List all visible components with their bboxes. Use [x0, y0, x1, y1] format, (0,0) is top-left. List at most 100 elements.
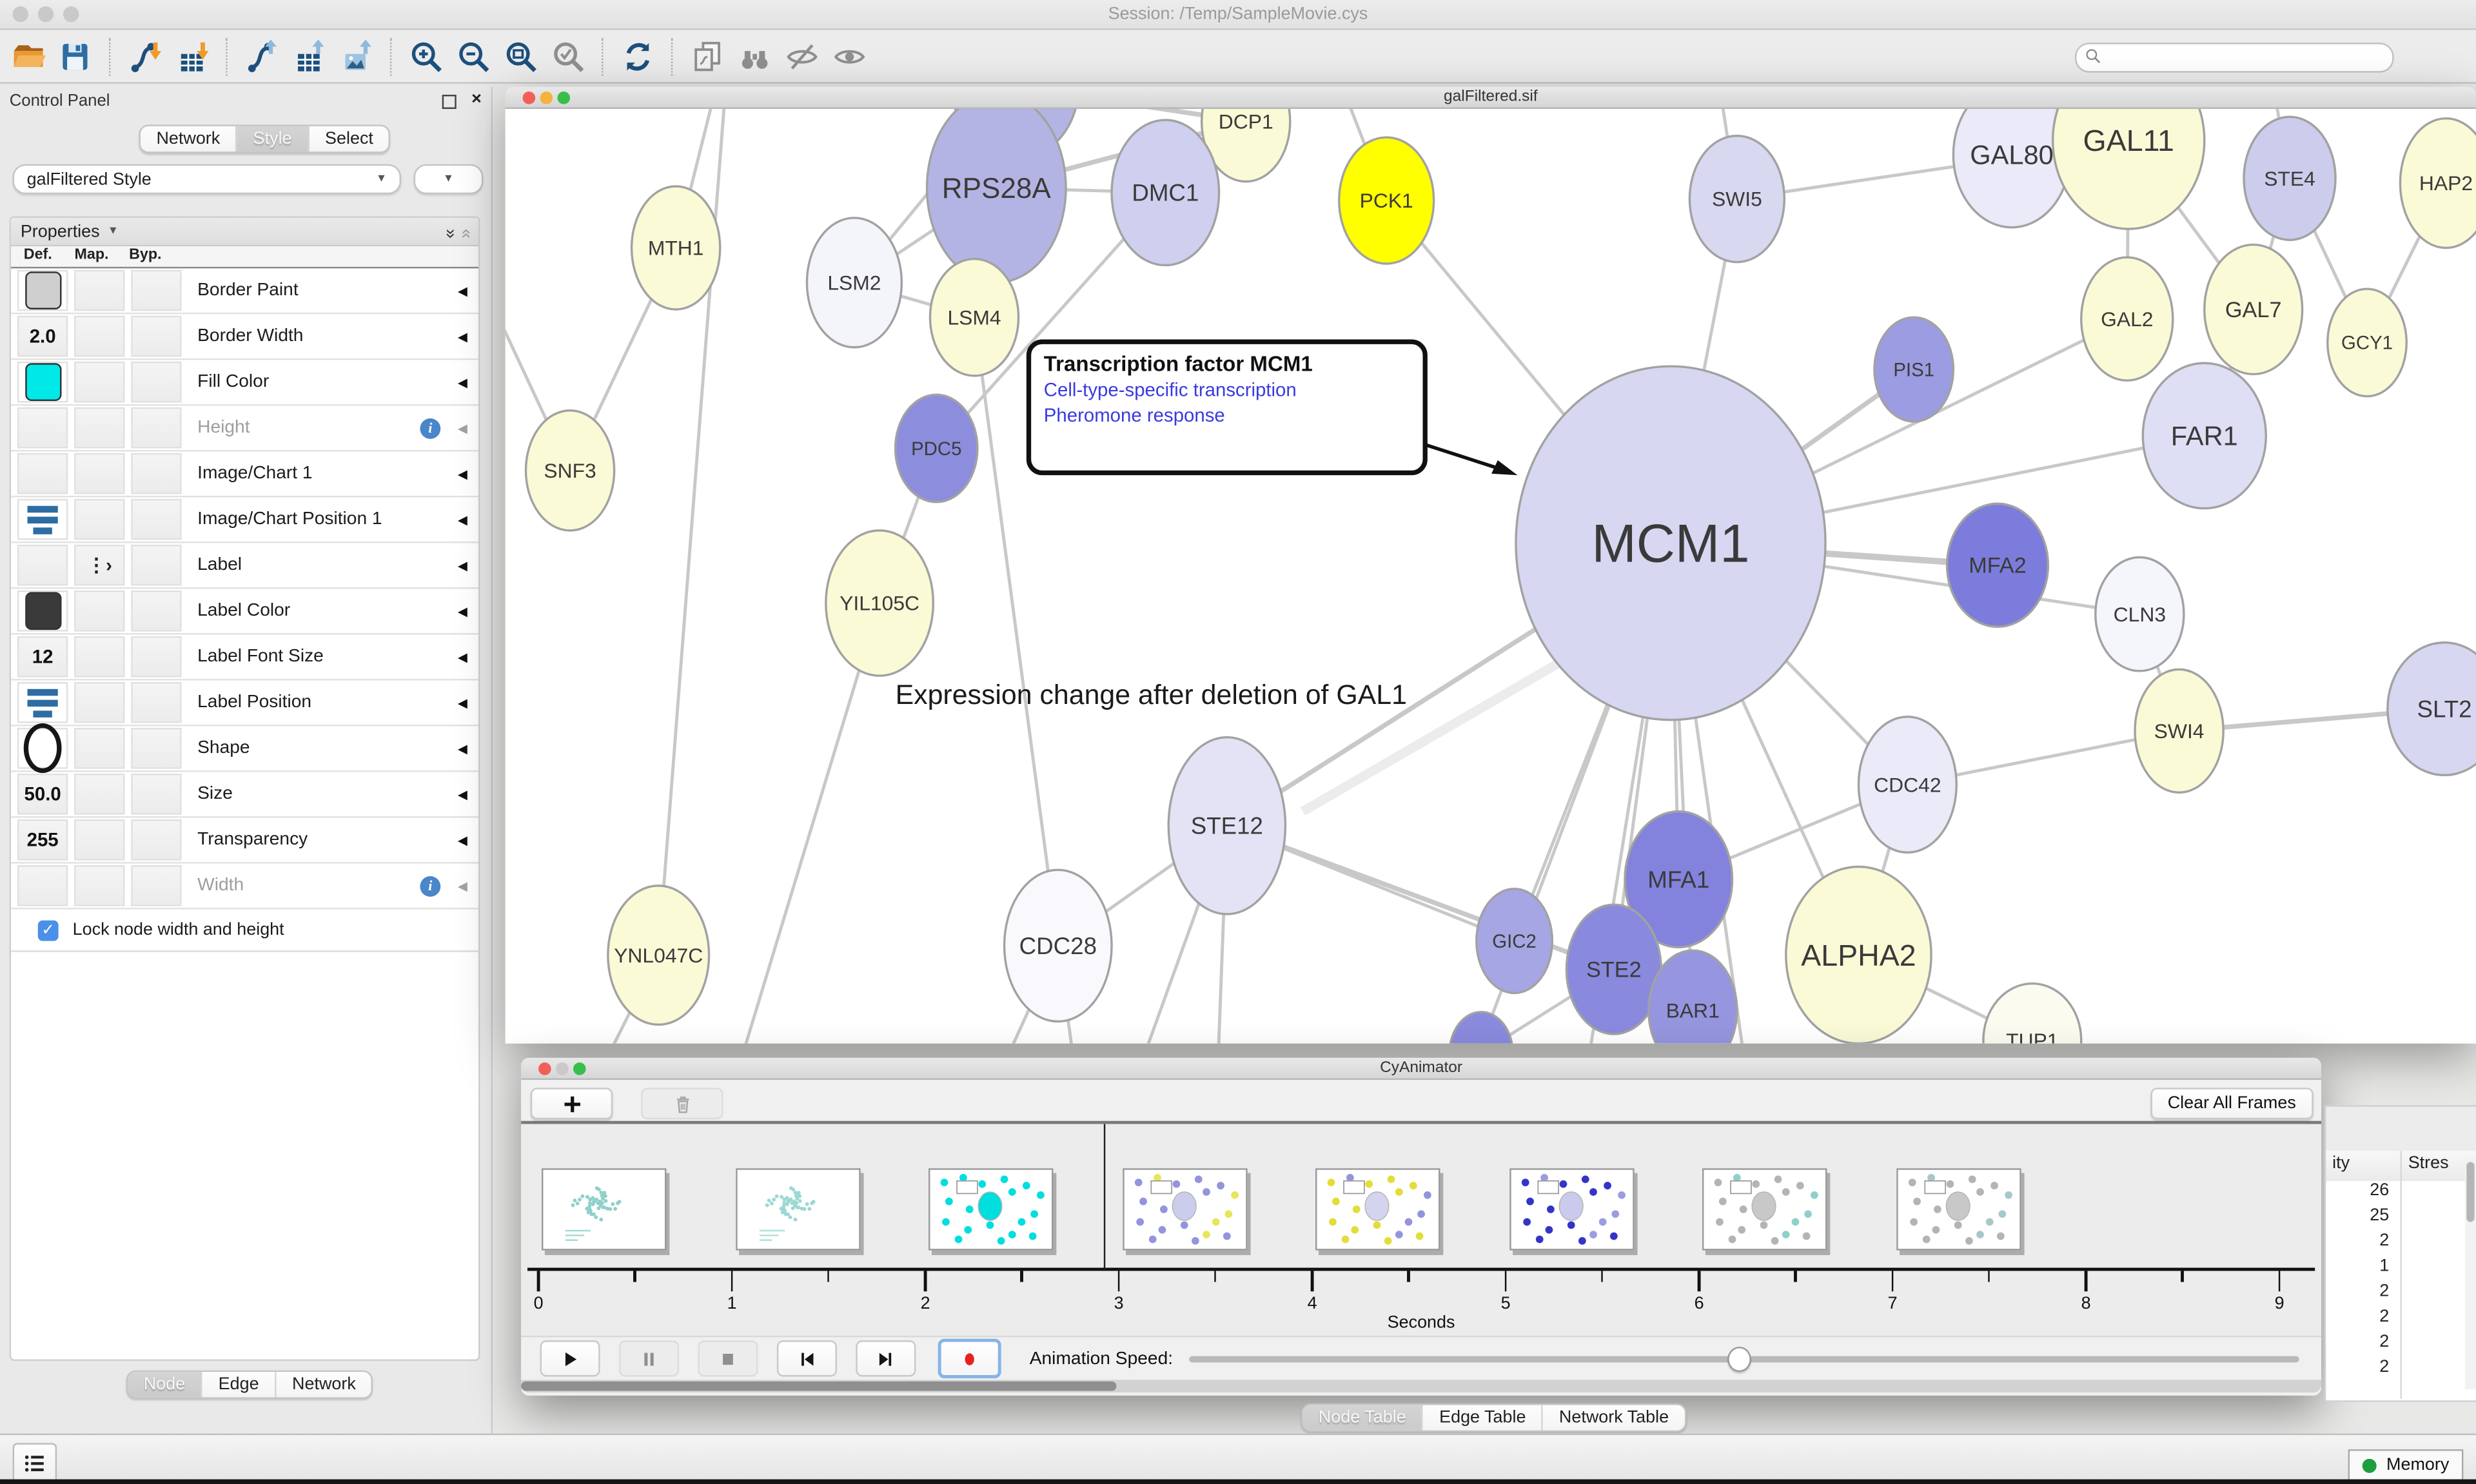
property-row-label[interactable]: ⋮›Label◀: [11, 543, 478, 589]
bypass-cell[interactable]: [131, 499, 181, 540]
info-icon[interactable]: i: [420, 875, 440, 896]
play-button[interactable]: [540, 1340, 600, 1376]
mapping-cell[interactable]: [74, 362, 124, 403]
property-row-size[interactable]: 50.0Size◀: [11, 772, 478, 818]
zoom-selected-button[interactable]: [545, 35, 592, 77]
network-node-swi4[interactable]: SWI4: [2135, 669, 2223, 792]
default-cell[interactable]: [17, 270, 68, 311]
tab-style[interactable]: Style: [237, 126, 309, 151]
memory-button[interactable]: Memory: [2348, 1449, 2463, 1481]
animation-frame-thumbnail-0[interactable]: [542, 1168, 666, 1250]
annotation-link[interactable]: Pheromone response: [1044, 404, 1410, 426]
tab-network[interactable]: Network: [141, 126, 237, 151]
animation-speed-slider[interactable]: [1189, 1342, 2299, 1375]
network-node-swi5[interactable]: SWI5: [1689, 136, 1784, 262]
property-row-height[interactable]: Heighti◀: [11, 405, 478, 451]
network-node-snf3[interactable]: SNF3: [526, 411, 614, 531]
network-node-cln3[interactable]: CLN3: [2096, 557, 2184, 670]
default-cell[interactable]: 255: [17, 819, 68, 861]
network-node-far1[interactable]: FAR1: [2143, 363, 2266, 508]
bypass-cell[interactable]: [131, 453, 181, 494]
default-cell[interactable]: [17, 453, 68, 494]
network-node-mth1[interactable]: MTH1: [632, 186, 720, 309]
copy-view-button[interactable]: [683, 35, 731, 77]
mapping-cell[interactable]: [74, 591, 124, 632]
collapse-row-icon[interactable]: ◀: [458, 467, 467, 481]
delete-frame-button[interactable]: [641, 1088, 723, 1119]
collapse-row-icon[interactable]: ◀: [458, 650, 467, 664]
stop-button[interactable]: [698, 1340, 758, 1376]
network-node-tup1[interactable]: TUP1: [1983, 984, 2081, 1044]
clear-all-frames-button[interactable]: Clear All Frames: [2150, 1088, 2314, 1119]
property-row-image-chart-1[interactable]: Image/Chart 1◀: [11, 451, 478, 497]
mapping-cell[interactable]: [74, 819, 124, 861]
collapse-row-icon[interactable]: ◀: [458, 879, 467, 893]
hide-details-button[interactable]: [778, 35, 825, 77]
style-options-button[interactable]: ▼: [414, 164, 484, 195]
property-row-transparency[interactable]: 255Transparency◀: [11, 818, 478, 864]
bypass-cell[interactable]: [131, 316, 181, 357]
scrollbar-thumb[interactable]: [521, 1381, 1116, 1391]
collapse-row-icon[interactable]: ◀: [458, 375, 467, 389]
default-cell[interactable]: [17, 865, 68, 906]
animation-frame-thumbnail-7[interactable]: [1896, 1168, 2020, 1250]
property-row-fill-color[interactable]: Fill Color◀: [11, 360, 478, 405]
float-panel-icon[interactable]: [442, 95, 457, 109]
zoom-fit-button[interactable]: [497, 35, 544, 77]
collapse-row-icon[interactable]: ◀: [458, 741, 467, 756]
network-node-mcm1[interactable]: MCM1: [1516, 366, 1825, 720]
style-tab-edge[interactable]: Edge: [202, 1372, 276, 1397]
panel-tab-edge-table[interactable]: Edge Table: [1424, 1405, 1544, 1430]
network-node-cdc42[interactable]: CDC42: [1858, 717, 1956, 853]
info-icon[interactable]: i: [420, 418, 440, 438]
panel-tab-network-table[interactable]: Network Table: [1543, 1405, 1684, 1430]
network-node-rps28a[interactable]: RPS28A: [927, 109, 1066, 282]
save-session-button[interactable]: [52, 35, 99, 77]
network-node-yil105c[interactable]: YIL105C: [826, 531, 934, 676]
timeline-scrollbar[interactable]: [521, 1380, 2321, 1392]
network-node-slt2[interactable]: SLT2: [2388, 643, 2476, 776]
collapse-row-icon[interactable]: ◀: [458, 787, 467, 801]
animation-frame-thumbnail-2[interactable]: [928, 1168, 1053, 1250]
network-node-gal2[interactable]: GAL2: [2081, 257, 2173, 380]
zoom-in-button[interactable]: [402, 35, 449, 77]
property-row-border-width[interactable]: 2.0Border Width◀: [11, 314, 478, 360]
refresh-layout-button[interactable]: [614, 35, 662, 77]
network-canvas[interactable]: DCP1RPS28ADMC1PCK1MTH1LSM2LSM4SWI5GAL80G…: [506, 109, 2476, 1044]
bypass-cell[interactable]: [131, 362, 181, 403]
default-cell[interactable]: [17, 499, 68, 540]
mapping-cell[interactable]: [74, 728, 124, 769]
animation-timeline[interactable]: Seconds 0123456789: [521, 1124, 2321, 1336]
column-header-ity[interactable]: ity: [2332, 1154, 2350, 1173]
network-node-lsm4[interactable]: LSM4: [930, 259, 1018, 376]
network-node-lsm2[interactable]: LSM2: [807, 218, 901, 347]
network-node-pck1[interactable]: PCK1: [1339, 137, 1434, 264]
network-node-pis1[interactable]: PIS1: [1874, 317, 1953, 422]
network-node-cdc28[interactable]: CDC28: [1005, 870, 1112, 1021]
network-annotation[interactable]: Transcription factor MCM1 Cell-type-spec…: [1027, 340, 1428, 476]
network-node-ste12[interactable]: STE12: [1168, 737, 1285, 914]
default-cell[interactable]: [17, 591, 68, 632]
network-node-alpha2[interactable]: ALPHA2: [1786, 866, 1931, 1043]
skip-end-button[interactable]: [856, 1340, 916, 1376]
animation-frame-thumbnail-4[interactable]: [1315, 1168, 1440, 1250]
network-window-titlebar[interactable]: galFiltered.sif: [506, 87, 2476, 109]
timeline-playhead[interactable]: [1104, 1124, 1105, 1269]
find-button[interactable]: [731, 35, 778, 77]
column-header-stress[interactable]: Stres: [2408, 1154, 2449, 1173]
export-table-button[interactable]: [286, 35, 333, 77]
network-node-gal7[interactable]: GAL7: [2205, 245, 2303, 375]
table-scrollbar[interactable]: [2465, 1159, 2476, 1390]
mapping-cell[interactable]: [74, 453, 124, 494]
skip-start-button[interactable]: [777, 1340, 837, 1376]
bypass-cell[interactable]: [131, 865, 181, 906]
open-session-button[interactable]: [5, 35, 52, 77]
network-node-gic2[interactable]: GIC2: [1477, 889, 1553, 993]
network-node-ste4[interactable]: STE4: [2244, 117, 2335, 240]
property-row-width[interactable]: Widthi◀: [11, 864, 478, 910]
network-node-mfa2[interactable]: MFA2: [1947, 503, 2049, 627]
property-row-label-position[interactable]: Label Position◀: [11, 681, 478, 727]
bypass-cell[interactable]: [131, 728, 181, 769]
close-panel-icon[interactable]: ×: [471, 90, 482, 109]
network-node-dmc1[interactable]: DMC1: [1112, 120, 1219, 265]
